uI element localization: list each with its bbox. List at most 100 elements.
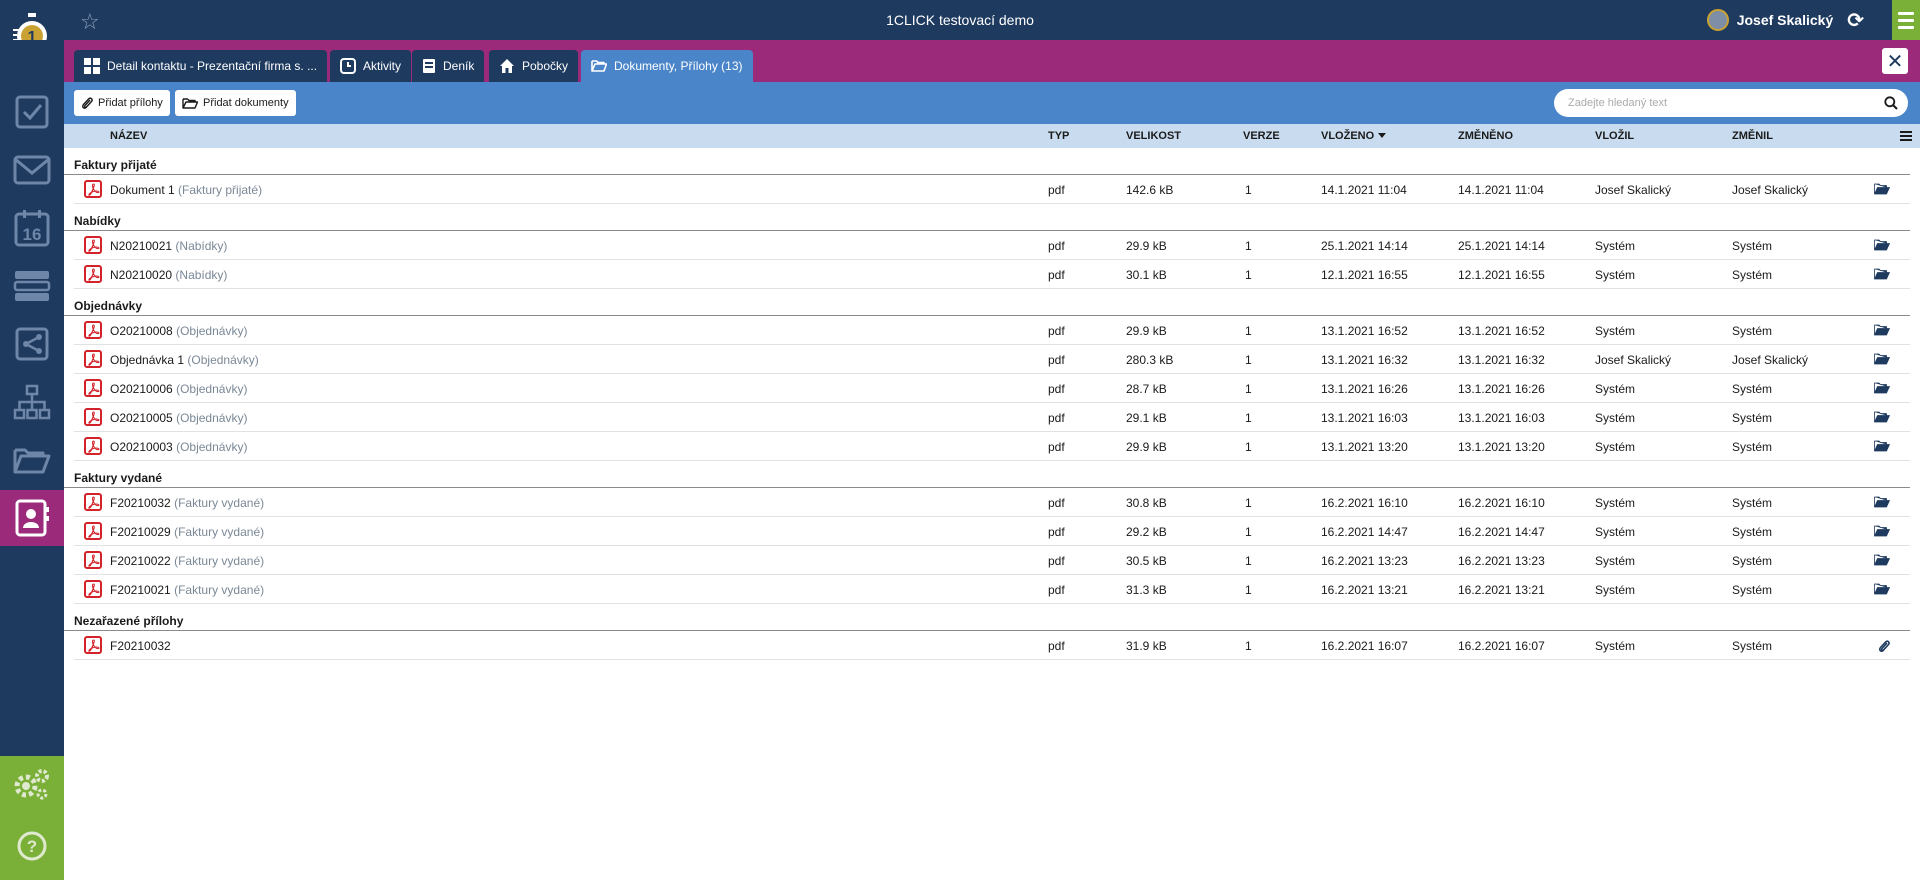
cell-type: pdf (1048, 583, 1065, 597)
search-input[interactable] (1568, 97, 1884, 109)
folder-icon[interactable] (1874, 440, 1890, 455)
cell-changed: 13.1.2021 16:52 (1458, 324, 1545, 338)
cell-inserted: 13.1.2021 16:52 (1321, 324, 1408, 338)
close-icon[interactable]: ✕ (1882, 48, 1908, 74)
table-row[interactable]: O20210005 (Objednávky) pdf 29.1 kB 1 13.1.20… (74, 403, 1910, 432)
tab-documents[interactable]: Dokumenty, Přílohy (13) (581, 50, 753, 82)
cell-type: pdf (1048, 183, 1065, 197)
clock-icon (340, 58, 356, 74)
sidebar-item-contacts[interactable] (0, 490, 64, 546)
sidebar-item-workflow[interactable] (0, 316, 64, 372)
paperclip-icon[interactable] (1878, 639, 1890, 656)
table-row[interactable]: F20210032 (Faktury vydané) pdf 30.8 kB 1 16.… (74, 488, 1910, 517)
folder-icon[interactable] (1874, 268, 1890, 283)
table-row[interactable]: Dokument 1 (Faktury přijaté) pdf 142.6 kB 1… (74, 175, 1910, 204)
cell-name[interactable]: F20210032 (110, 639, 171, 653)
cell-inserted: 16.2.2021 13:21 (1321, 583, 1408, 597)
folder-icon[interactable] (1874, 239, 1890, 254)
refresh-icon[interactable]: ⟳ (1847, 8, 1864, 33)
table-row[interactable]: N20210020 (Nabídky) pdf 30.1 kB 1 12.1.2021 … (74, 260, 1910, 289)
folder-icon[interactable] (1874, 183, 1890, 198)
table-row[interactable]: F20210032 pdf 31.9 kB 1 16.2.2021 16:07 16.2… (74, 631, 1910, 660)
add-documents-button[interactable]: Přidat dokumenty (175, 90, 296, 116)
cell-name[interactable]: F20210021 (Faktury vydané) (110, 583, 264, 597)
sidebar-item-list[interactable] (0, 258, 64, 314)
table-row[interactable]: O20210003 (Objednávky) pdf 29.9 kB 1 13.1.20… (74, 432, 1910, 461)
user-name: Josef Skalický (1736, 12, 1834, 28)
column-header-changed-by[interactable]: ZMĚNIL (1732, 130, 1773, 142)
column-header-inserted-by[interactable]: VLOŽIL (1595, 130, 1634, 142)
sidebar-item-settings[interactable] (0, 756, 64, 812)
sidebar-item-documents[interactable] (0, 432, 64, 488)
folder-icon[interactable] (1874, 353, 1890, 368)
cell-name[interactable]: O20210003 (Objednávky) (110, 440, 247, 454)
cell-name[interactable]: O20210005 (Objednávky) (110, 411, 247, 425)
table-row[interactable]: O20210008 (Objednávky) pdf 29.9 kB 1 13.1.20… (74, 316, 1910, 345)
column-header-version[interactable]: VERZE (1243, 130, 1280, 142)
tab-journal[interactable]: Deník (412, 50, 485, 82)
document-name: F20210032 (110, 496, 171, 510)
folder-icon[interactable] (1874, 554, 1890, 569)
cell-size: 29.1 kB (1126, 411, 1167, 425)
sort-desc-icon (1378, 133, 1387, 138)
sidebar-item-help[interactable]: ? (0, 818, 64, 874)
user-menu[interactable]: Josef Skalický ⟳ (1706, 8, 1864, 33)
document-category: (Faktury vydané) (174, 583, 265, 597)
cell-name[interactable]: Objednávka 1 (Objednávky) (110, 353, 259, 367)
cell-name[interactable]: Dokument 1 (Faktury přijaté) (110, 183, 262, 197)
cell-name[interactable]: N20210021 (Nabídky) (110, 239, 227, 253)
notebook-icon (423, 59, 435, 73)
cell-type: pdf (1048, 268, 1065, 282)
add-attachments-label: Přidat přílohy (98, 97, 163, 109)
table-row[interactable]: O20210006 (Objednávky) pdf 28.7 kB 1 13.1.20… (74, 374, 1910, 403)
column-menu-icon[interactable] (1900, 131, 1912, 141)
search-box[interactable] (1554, 89, 1908, 117)
cell-name[interactable]: N20210020 (Nabídky) (110, 268, 227, 282)
hamburger-menu-icon[interactable] (1892, 0, 1920, 40)
document-name: N20210020 (110, 268, 173, 282)
cell-changed: 16.2.2021 14:47 (1458, 525, 1545, 539)
cell-inserted: 16.2.2021 16:10 (1321, 496, 1408, 510)
sidebar-item-mail[interactable] (0, 142, 64, 198)
sidebar-item-structure[interactable] (0, 374, 64, 430)
flow-icon (15, 327, 49, 361)
tab-contact-detail[interactable]: Detail kontaktu - Prezentační firma s. .… (74, 50, 328, 82)
document-name: F20210022 (110, 554, 171, 568)
cell-name[interactable]: F20210022 (Faktury vydané) (110, 554, 264, 568)
folder-icon[interactable] (1874, 411, 1890, 426)
column-header-type[interactable]: TYP (1048, 130, 1069, 142)
group-label: Nabídky (64, 204, 1910, 231)
table-row[interactable]: F20210021 (Faktury vydané) pdf 31.3 kB 1 16.… (74, 575, 1910, 604)
tab-branches[interactable]: Pobočky (489, 50, 579, 82)
folder-icon[interactable] (1874, 496, 1890, 511)
cell-name[interactable]: F20210029 (Faktury vydané) (110, 525, 264, 539)
column-header-name[interactable]: NÁZEV (110, 130, 147, 142)
group-label: Faktury vydané (64, 461, 1910, 488)
folder-icon[interactable] (1874, 324, 1890, 339)
folder-icon[interactable] (1874, 583, 1890, 598)
table-row[interactable]: F20210029 (Faktury vydané) pdf 29.2 kB 1 16.… (74, 517, 1910, 546)
cell-name[interactable]: F20210032 (Faktury vydané) (110, 496, 264, 510)
search-icon[interactable] (1884, 96, 1898, 110)
table-row[interactable]: N20210021 (Nabídky) pdf 29.9 kB 1 25.1.2021 … (74, 231, 1910, 260)
sidebar-item-calendar[interactable]: 16 (0, 200, 64, 256)
column-header-changed[interactable]: ZMĚNĚNO (1458, 130, 1513, 142)
cell-size: 31.9 kB (1126, 639, 1167, 653)
cell-type: pdf (1048, 496, 1065, 510)
sidebar-item-tasks[interactable] (0, 84, 64, 140)
column-header-inserted[interactable]: VLOŽENO (1321, 130, 1387, 142)
cell-inserted-by: Josef Skalický (1595, 353, 1672, 367)
table-row[interactable]: Objednávka 1 (Objednávky) pdf 280.3 kB 1 13.… (74, 345, 1910, 374)
tab-activities[interactable]: Aktivity (330, 50, 412, 82)
folder-icon[interactable] (1874, 382, 1890, 397)
cell-name[interactable]: O20210008 (Objednávky) (110, 324, 247, 338)
column-header-size[interactable]: VELIKOST (1126, 130, 1181, 142)
cell-inserted: 13.1.2021 16:32 (1321, 353, 1408, 367)
cell-changed-by: Systém (1732, 440, 1773, 454)
table-row[interactable]: F20210022 (Faktury vydané) pdf 30.5 kB 1 16.… (74, 546, 1910, 575)
cell-version: 1 (1245, 324, 1252, 338)
cell-name[interactable]: O20210006 (Objednávky) (110, 382, 247, 396)
folder-icon[interactable] (1874, 525, 1890, 540)
group-label: Nezařazené přílohy (64, 604, 1910, 631)
add-attachments-button[interactable]: Přidat přílohy (74, 90, 170, 116)
